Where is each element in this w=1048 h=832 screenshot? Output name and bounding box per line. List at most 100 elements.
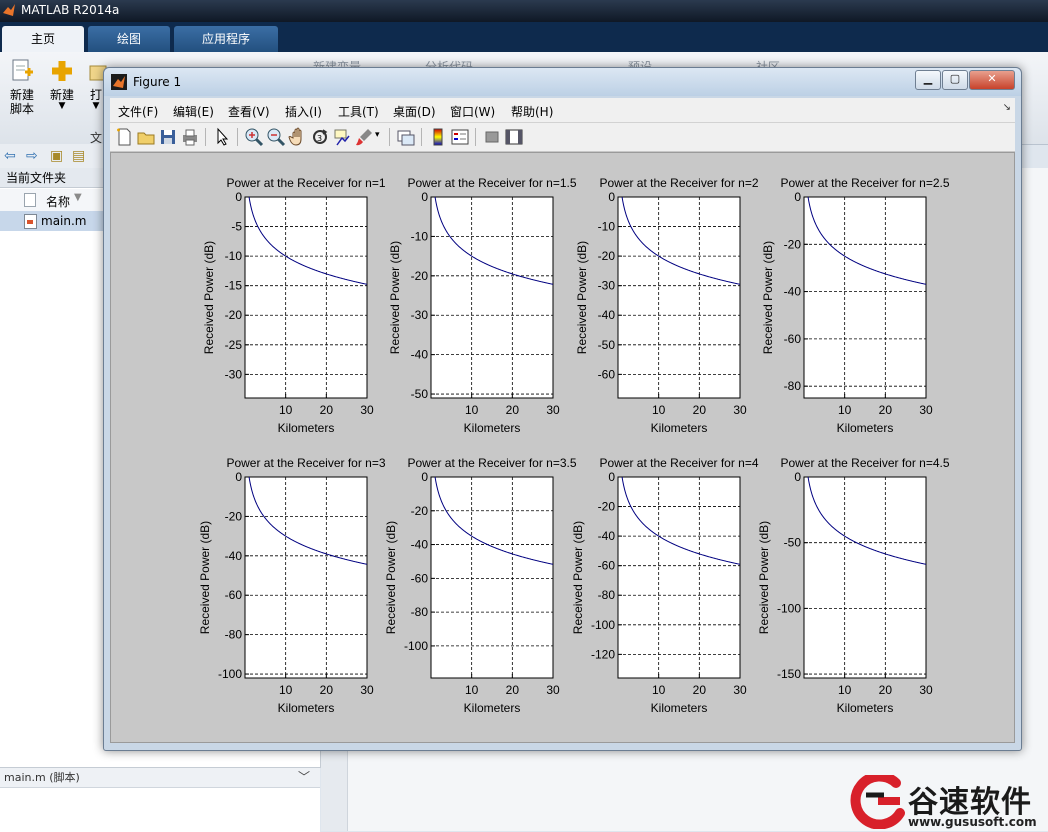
- tab-plots[interactable]: 绘图: [88, 26, 170, 52]
- axes-background: [431, 197, 553, 398]
- y-tick-label: -20: [784, 237, 802, 251]
- toolbar-separator: [389, 128, 390, 146]
- minimize-button[interactable]: ▁: [915, 70, 941, 90]
- y-axis-label: Received Power (dB): [757, 521, 771, 634]
- subplot-title: Power at the Receiver for n=3: [226, 456, 385, 470]
- x-tick-label: 10: [465, 403, 479, 417]
- y-tick-label: -10: [225, 249, 243, 263]
- y-tick-label: -120: [591, 647, 615, 661]
- y-tick-label: -20: [225, 308, 243, 322]
- y-tick-label: 0: [421, 190, 428, 204]
- axes-background: [618, 197, 740, 398]
- up-folder-icon[interactable]: ▣: [50, 148, 63, 164]
- y-tick-label: -50: [411, 387, 429, 401]
- new-script-button[interactable]: 新建 脚本: [2, 56, 42, 126]
- file-type-column-icon: [24, 193, 36, 207]
- y-tick-label: -40: [784, 285, 802, 299]
- y-tick-label: -50: [598, 338, 616, 352]
- close-button[interactable]: ✕: [969, 70, 1015, 90]
- y-tick-label: -150: [777, 667, 801, 681]
- brush-dropdown-icon[interactable]: ▾: [375, 130, 380, 140]
- new-figure-icon[interactable]: [114, 127, 134, 147]
- save-icon[interactable]: [158, 127, 178, 147]
- x-tick-label: 20: [879, 683, 893, 697]
- data-cursor-icon[interactable]: [332, 127, 352, 147]
- y-axis-label: Received Power (dB): [761, 241, 775, 354]
- new-script-icon: [12, 59, 33, 81]
- link-icon[interactable]: [396, 127, 416, 147]
- menu-file[interactable]: 文件(F): [118, 103, 158, 120]
- y-tick-label: 0: [794, 470, 801, 484]
- chevron-down-icon: ▼: [58, 101, 66, 111]
- hide-plot-tools-icon[interactable]: [482, 127, 502, 147]
- collapse-chevron-icon[interactable]: ﹀: [298, 768, 310, 785]
- x-tick-label: 20: [320, 683, 334, 697]
- menu-edit[interactable]: 编辑(E): [173, 103, 214, 120]
- new-label: 新建: [49, 88, 74, 102]
- menu-help[interactable]: 帮助(H): [511, 103, 553, 120]
- menu-view[interactable]: 查看(V): [228, 103, 270, 120]
- back-arrow-icon[interactable]: ⇦: [4, 148, 16, 164]
- menu-insert[interactable]: 插入(I): [285, 103, 322, 120]
- y-tick-label: -40: [225, 549, 243, 563]
- x-tick-label: 10: [465, 683, 479, 697]
- subplot-title: Power at the Receiver for n=1: [226, 176, 385, 190]
- menu-desktop[interactable]: 桌面(D): [393, 103, 436, 120]
- subplot-grid: 10 20 30 0 -5 -10 -15 -20 -25 -30 Power at the Rec…: [198, 176, 950, 715]
- menu-tools[interactable]: 工具(T): [338, 103, 379, 120]
- tab-apps[interactable]: 应用程序: [174, 26, 278, 52]
- y-tick-label: -5: [231, 220, 242, 234]
- x-tick-label: 20: [879, 403, 893, 417]
- x-tick-label: 20: [506, 683, 520, 697]
- subplot-title: Power at the Receiver for n=3.5: [407, 456, 576, 470]
- rotate-icon[interactable]: 3: [310, 127, 330, 147]
- new-button[interactable]: 新建 ▼: [42, 56, 82, 126]
- matlab-logo-icon: [111, 74, 127, 90]
- y-tick-label: -100: [404, 639, 428, 653]
- show-plot-tools-icon[interactable]: [504, 127, 524, 147]
- pan-icon[interactable]: [288, 127, 308, 147]
- x-tick-label: 30: [733, 403, 747, 417]
- y-axis-label: Received Power (dB): [571, 521, 585, 634]
- colorbar-icon[interactable]: [428, 127, 448, 147]
- y-tick-label: -100: [218, 667, 242, 681]
- open-file-icon[interactable]: [136, 127, 156, 147]
- y-tick-label: -10: [598, 220, 616, 234]
- print-icon[interactable]: [180, 127, 200, 147]
- y-tick-label: -40: [598, 308, 616, 322]
- axes-background: [804, 197, 926, 398]
- axes-background: [431, 477, 553, 678]
- sort-arrow-icon: ▼: [74, 192, 82, 203]
- y-tick-label: -50: [784, 536, 802, 550]
- y-tick-label: -80: [411, 605, 429, 619]
- figure-plot-area[interactable]: 10 20 30 0 -5 -10 -15 -20 -25 -30 Power at the Rec…: [110, 152, 1015, 743]
- figure-title-bar[interactable]: Figure 1 ▁ ▢ ✕: [104, 68, 1021, 96]
- app-title: MATLAB R2014a: [21, 3, 120, 17]
- maximize-button[interactable]: ▢: [942, 70, 968, 90]
- x-tick-label: 30: [919, 403, 933, 417]
- y-tick-label: -10: [411, 229, 429, 243]
- y-tick-label: -40: [598, 529, 616, 543]
- zoom-in-icon[interactable]: [244, 127, 264, 147]
- browse-folder-icon[interactable]: ▤: [72, 148, 85, 164]
- axes-background: [804, 477, 926, 678]
- y-tick-label: -60: [598, 367, 616, 381]
- x-tick-label: 30: [546, 403, 560, 417]
- x-tick-label: 20: [693, 403, 707, 417]
- y-axis-label: Received Power (dB): [575, 241, 589, 354]
- pointer-icon[interactable]: [212, 127, 232, 147]
- x-axis-label: Kilometers: [278, 701, 335, 715]
- legend-icon[interactable]: [450, 127, 470, 147]
- menu-window[interactable]: 窗口(W): [450, 103, 495, 120]
- dock-arrow-icon[interactable]: ↘: [1003, 102, 1011, 113]
- toolbar-separator: [475, 128, 476, 146]
- brush-icon[interactable]: [354, 127, 374, 147]
- zoom-out-icon[interactable]: [266, 127, 286, 147]
- forward-arrow-icon[interactable]: ⇨: [26, 148, 38, 164]
- x-tick-label: 10: [279, 403, 293, 417]
- x-axis-label: Kilometers: [464, 421, 521, 435]
- tab-home[interactable]: 主页: [2, 26, 84, 52]
- y-tick-label: -20: [598, 249, 616, 263]
- new-script-label: 新建 脚本: [9, 88, 34, 116]
- y-tick-label: 0: [608, 190, 615, 204]
